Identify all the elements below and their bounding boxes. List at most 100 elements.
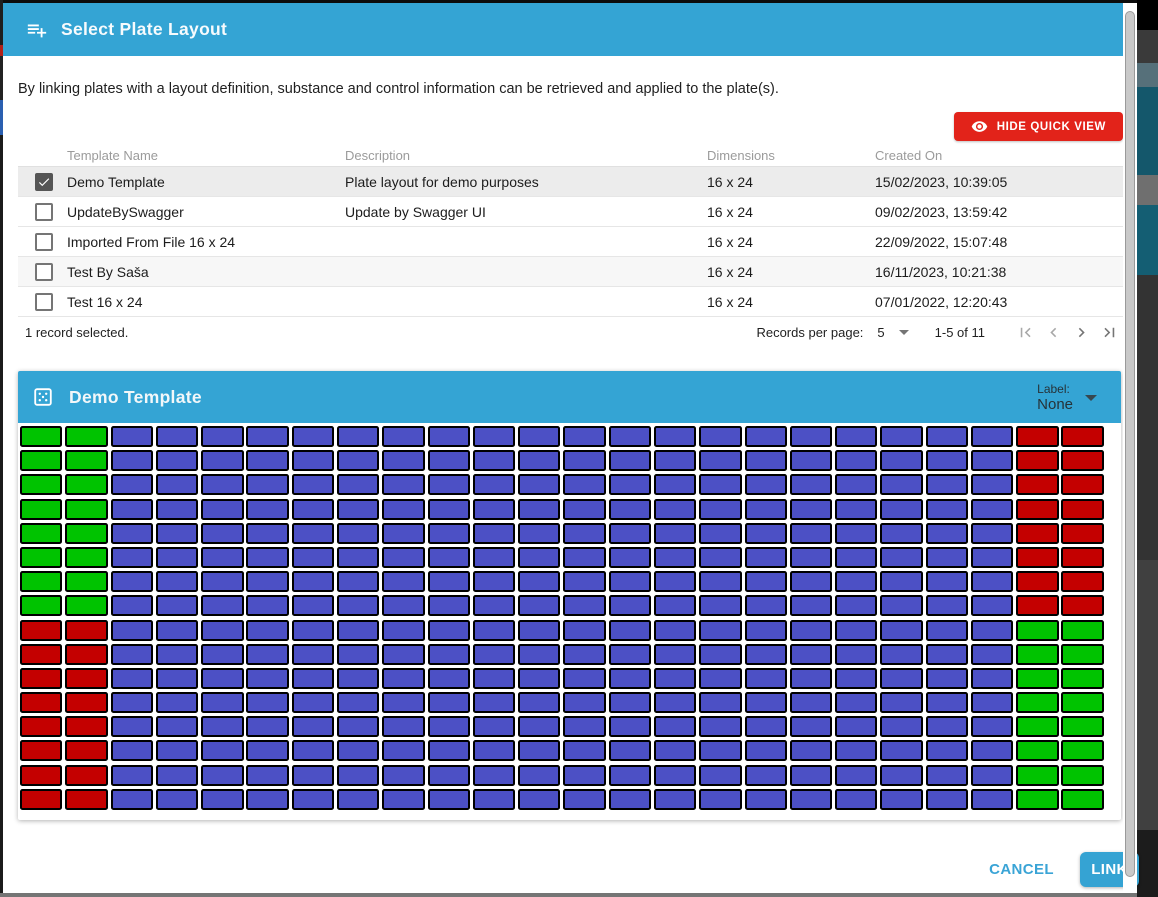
plate-well[interactable]: [65, 667, 108, 689]
plate-well[interactable]: [155, 788, 199, 810]
plate-well[interactable]: [1016, 716, 1059, 738]
plate-well[interactable]: [65, 498, 108, 520]
plate-well[interactable]: [518, 643, 561, 665]
plate-well[interactable]: [925, 571, 969, 593]
plate-well[interactable]: [291, 667, 335, 689]
plate-well[interactable]: [563, 667, 606, 689]
previous-page-button[interactable]: [1039, 320, 1067, 344]
plate-well[interactable]: [336, 788, 380, 810]
plate-well[interactable]: [563, 740, 606, 762]
plate-well[interactable]: [653, 498, 697, 520]
plate-well[interactable]: [65, 716, 108, 738]
plate-well[interactable]: [472, 667, 516, 689]
plate-well[interactable]: [563, 474, 606, 496]
plate-well[interactable]: [155, 450, 199, 472]
plate-well[interactable]: [382, 498, 425, 520]
hide-quick-view-button[interactable]: HIDE QUICK VIEW: [953, 112, 1123, 141]
plate-well[interactable]: [336, 667, 380, 689]
plate-well[interactable]: [246, 667, 289, 689]
plate-well[interactable]: [382, 764, 425, 786]
plate-well[interactable]: [518, 474, 561, 496]
plate-well[interactable]: [970, 546, 1014, 568]
plate-well[interactable]: [110, 595, 153, 617]
plate-well[interactable]: [744, 522, 787, 544]
plate-well[interactable]: [1016, 667, 1059, 689]
plate-well[interactable]: [835, 740, 878, 762]
plate-well[interactable]: [1016, 450, 1059, 472]
plate-well[interactable]: [744, 740, 787, 762]
plate-well[interactable]: [970, 788, 1014, 810]
plate-well[interactable]: [291, 450, 335, 472]
plate-well[interactable]: [336, 619, 380, 641]
plate-well[interactable]: [155, 546, 199, 568]
plate-well[interactable]: [653, 643, 697, 665]
plate-well[interactable]: [699, 619, 742, 641]
plate-well[interactable]: [880, 764, 923, 786]
plate-well[interactable]: [1061, 546, 1104, 568]
plate-well[interactable]: [608, 667, 652, 689]
plate-well[interactable]: [789, 764, 833, 786]
plate-well[interactable]: [970, 716, 1014, 738]
plate-well[interactable]: [110, 619, 153, 641]
plate-well[interactable]: [65, 595, 108, 617]
plate-well[interactable]: [608, 474, 652, 496]
plate-well[interactable]: [1061, 474, 1104, 496]
plate-well[interactable]: [110, 522, 153, 544]
plate-well[interactable]: [518, 716, 561, 738]
plate-well[interactable]: [201, 764, 244, 786]
plate-well[interactable]: [155, 571, 199, 593]
plate-well[interactable]: [563, 450, 606, 472]
plate-well[interactable]: [155, 426, 199, 447]
plate-well[interactable]: [835, 474, 878, 496]
plate-well[interactable]: [472, 426, 516, 447]
plate-well[interactable]: [563, 522, 606, 544]
plate-well[interactable]: [246, 546, 289, 568]
plate-well[interactable]: [653, 740, 697, 762]
plate-well[interactable]: [653, 692, 697, 714]
plate-well[interactable]: [608, 764, 652, 786]
plate-well[interactable]: [472, 643, 516, 665]
plate-well[interactable]: [291, 692, 335, 714]
plate-well[interactable]: [20, 643, 63, 665]
plate-well[interactable]: [835, 546, 878, 568]
plate-well[interactable]: [246, 522, 289, 544]
plate-well[interactable]: [880, 788, 923, 810]
plate-well[interactable]: [201, 522, 244, 544]
plate-well[interactable]: [246, 474, 289, 496]
plate-well[interactable]: [789, 571, 833, 593]
plate-well[interactable]: [336, 426, 380, 447]
plate-well[interactable]: [382, 426, 425, 447]
plate-well[interactable]: [880, 546, 923, 568]
plate-well[interactable]: [518, 571, 561, 593]
plate-well[interactable]: [427, 474, 470, 496]
plate-well[interactable]: [427, 450, 470, 472]
plate-well[interactable]: [880, 498, 923, 520]
plate-well[interactable]: [970, 571, 1014, 593]
plate-well[interactable]: [472, 764, 516, 786]
plate-well[interactable]: [20, 571, 63, 593]
plate-well[interactable]: [110, 716, 153, 738]
plate-well[interactable]: [925, 692, 969, 714]
plate-well[interactable]: [699, 426, 742, 447]
plate-well[interactable]: [246, 450, 289, 472]
plate-well[interactable]: [563, 619, 606, 641]
plate-well[interactable]: [970, 522, 1014, 544]
plate-well[interactable]: [563, 692, 606, 714]
plate-well[interactable]: [110, 474, 153, 496]
plate-well[interactable]: [472, 788, 516, 810]
plate-well[interactable]: [472, 740, 516, 762]
plate-well[interactable]: [110, 740, 153, 762]
plate-well[interactable]: [201, 474, 244, 496]
table-row[interactable]: Test By Saša 16 x 24 16/11/2023, 10:21:38: [18, 257, 1123, 287]
plate-well[interactable]: [427, 667, 470, 689]
plate-well[interactable]: [155, 643, 199, 665]
plate-well[interactable]: [65, 692, 108, 714]
plate-well[interactable]: [789, 740, 833, 762]
plate-well[interactable]: [608, 716, 652, 738]
plate-well[interactable]: [1061, 643, 1104, 665]
plate-well[interactable]: [970, 595, 1014, 617]
plate-well[interactable]: [608, 522, 652, 544]
plate-well[interactable]: [1016, 619, 1059, 641]
scrollbar-track[interactable]: [1123, 3, 1137, 893]
plate-well[interactable]: [427, 498, 470, 520]
